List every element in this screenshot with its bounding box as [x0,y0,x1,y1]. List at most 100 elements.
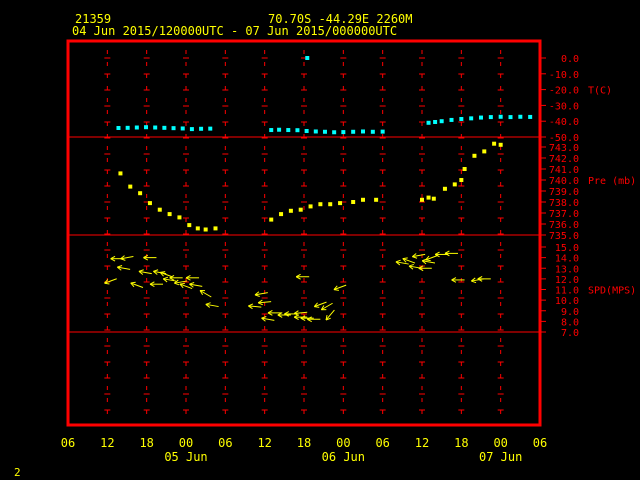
page-number: 2 [14,466,21,479]
x-tick-label: 18 [139,436,153,450]
temperature-point [269,128,274,133]
y-tick-label: 735.0 [549,231,579,242]
pressure-point [308,204,313,209]
temperature-point [433,119,438,124]
temperature-point [341,130,346,135]
y-tick-label: 742.0 [549,154,579,165]
temperature-point [313,129,318,134]
x-axis: 06 12 18 00 06 12 18 00 06 12 18 00 06 05 Jun 06 Jun 07… [61,436,547,464]
pressure-point [213,226,218,231]
temperature-point [277,127,282,132]
pressure-point [338,201,343,206]
temperature-point [144,125,149,130]
time-grid [104,50,504,418]
wind-arrow [333,284,347,291]
pressure-point [195,226,200,231]
temperature-point [498,114,503,119]
y-tick-label: 13.0 [555,264,579,275]
wind-arrow [293,310,308,316]
wind-arrow [293,314,308,320]
y-tick-label: 14.0 [555,254,579,265]
pressure-point [118,171,123,176]
wind-arrow [185,274,200,281]
wind-arrow [395,259,409,266]
temperature-point [508,115,513,120]
temperature-point [116,125,121,130]
x-tick-label: 18 [297,436,311,450]
y-tick-label: 743.0 [549,143,579,154]
pressure-series [118,141,503,232]
x-tick-label: 12 [257,436,271,450]
x-tick-label: 06 [533,436,547,450]
pressure-point [177,215,182,220]
temperature-point [304,128,309,133]
wind-arrow [307,316,321,323]
temperature-point [295,128,300,133]
pressure-point [328,202,333,207]
wind-arrow [325,309,335,321]
pressure-point [157,207,162,212]
y-tick-label: 740.0 [549,176,579,187]
date-label: 07 Jun [479,450,522,464]
temperature-point [162,125,167,130]
y-tick-label: -40.0 [549,117,579,128]
x-tick-label: 06 [61,436,75,450]
x-tick-label: 00 [493,436,507,450]
chart-header: 21359 70.70S -44.29E 2260M 04 Jun 2015/1… [72,12,413,38]
temperature-point [189,127,194,132]
wind-arrow [412,253,426,259]
temperature-point [488,115,493,120]
temperature-point [171,126,176,131]
pressure-point [482,149,487,154]
wind-arrow [138,269,152,275]
pressure-point [203,227,208,232]
temperature-point [439,119,444,124]
temperature-point [426,120,431,125]
wind-arrow [477,276,491,282]
y-axes: 0.0-10.0-20.0-30.0-40.0-50.0T(C)735.0736… [540,54,636,339]
y-tick-label: 11.0 [555,286,579,297]
y-tick-label: 8.0 [561,317,579,328]
pressure-point [138,191,143,196]
wind-arrow [418,265,432,272]
y-tick-label: -20.0 [549,86,579,97]
y-tick-label: 739.0 [549,187,579,198]
pressure-point [167,212,172,217]
temperature-point [208,126,213,131]
wind-arrow [402,257,416,264]
y-tick-label: 738.0 [549,198,579,209]
temperature-point [286,128,291,133]
wind-arrow [320,302,333,311]
temperature-point [370,129,375,134]
y-tick-label: 10.0 [555,296,579,307]
x-tick-label: 00 [336,436,350,450]
temperature-point [153,125,158,130]
wind-arrow [300,315,314,322]
y-tick-label: 0.0 [561,54,579,65]
pressure-point [498,142,503,147]
wind-axis-label: SPD(MPS) [588,286,636,297]
wind-arrow [444,250,458,257]
y-tick-label: 15.0 [555,243,579,254]
wind-arrow [104,278,117,285]
pressure-point [452,182,457,187]
data-series [104,56,533,323]
wind-arrow [143,254,157,261]
y-tick-label: 9.0 [561,307,579,318]
temperature-series [116,56,533,135]
x-tick-label: 00 [179,436,193,450]
temperature-point [134,125,139,130]
wind-arrow [313,301,327,308]
wind-arrow [120,255,134,261]
temperature-point [180,126,185,131]
y-tick-label: -10.0 [549,70,579,81]
x-tick-label: 12 [100,436,114,450]
pressure-point [361,197,365,202]
temperature-point [125,125,130,130]
y-tick-label: 737.0 [549,209,579,220]
y-tick-label: -30.0 [549,101,579,112]
temperature-point [332,130,337,135]
date-label: 06 Jun [322,450,365,464]
x-tick-label: 12 [415,436,429,450]
temperature-point [305,56,310,60]
